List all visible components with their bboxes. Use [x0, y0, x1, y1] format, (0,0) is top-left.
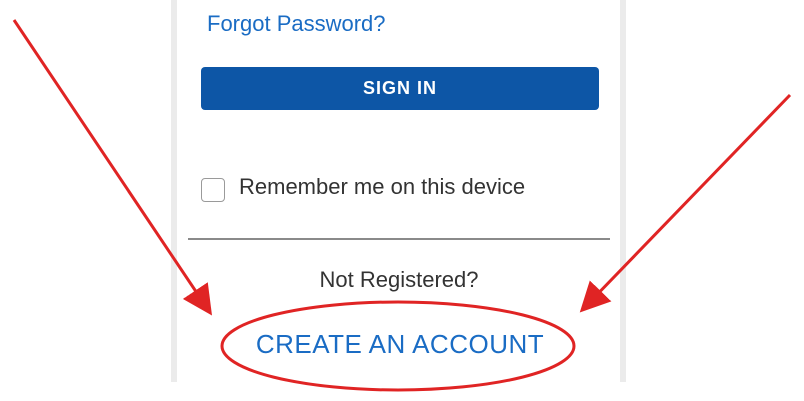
- right-annotation-arrow: [579, 93, 792, 313]
- not-registered-text: Not Registered?: [319, 267, 479, 292]
- remember-me-row[interactable]: Remember me on this device: [201, 172, 525, 202]
- forgot-password-link[interactable]: Forgot Password?: [207, 11, 386, 37]
- remember-me-label: Remember me on this device: [239, 174, 526, 199]
- sign-in-button[interactable]: SIGN IN: [201, 67, 599, 110]
- login-panel-screenshot: Forgot Password? SIGN IN Remember me on …: [0, 0, 804, 401]
- panel-left-border: [171, 0, 177, 382]
- create-account-link[interactable]: CREATE AN ACCOUNT: [221, 329, 579, 360]
- panel-right-border: [620, 0, 626, 382]
- divider: [188, 238, 610, 240]
- left-annotation-arrow: [12, 19, 213, 316]
- remember-me-checkbox[interactable]: [201, 178, 225, 202]
